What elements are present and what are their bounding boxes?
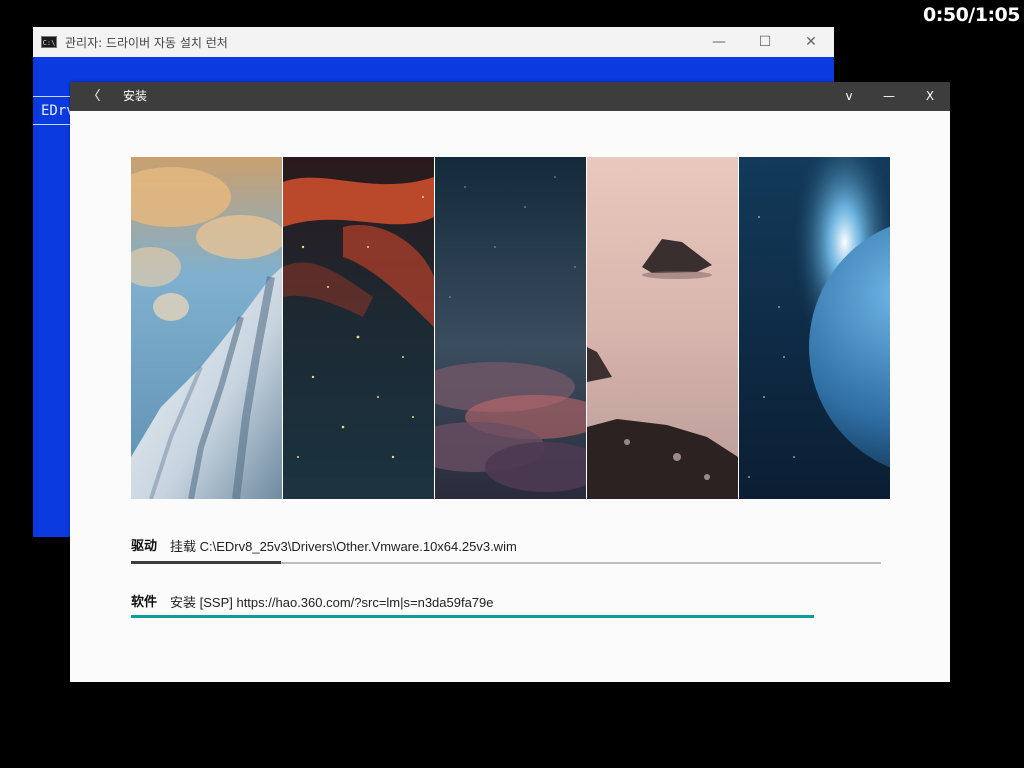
gallery-panel-cloudy-night-sky [435, 157, 586, 499]
driver-progress-track [131, 561, 881, 564]
software-status-text: 安装 [SSP] https://hao.360.com/?src=lm|s=n… [170, 595, 494, 610]
back-button[interactable]: 〈 [84, 82, 104, 111]
playback-timer: 0:50/1:05 [923, 4, 1020, 26]
console-app-icon: C:\ [41, 36, 57, 48]
driver-progress-fill [131, 561, 281, 564]
close-button[interactable]: X [915, 82, 945, 111]
gallery-panel-snow-mountain [131, 157, 282, 499]
software-progress-track [131, 615, 881, 618]
installer-titlebar[interactable]: 〈 安装 v — X [70, 82, 950, 111]
installer-title: 安装 [123, 89, 148, 103]
dropdown-button[interactable]: v [834, 82, 864, 111]
console-maximize-button[interactable]: ☐ [742, 27, 788, 57]
installer-window[interactable]: 〈 安装 v — X 驱动 挂载 C:\EDrv8_25v3\Drivers\O… [70, 82, 950, 682]
console-titlebar[interactable]: C:\ 관리자: 드라이버 자동 설치 런처 — ☐ ✕ [33, 27, 834, 57]
software-progress-fill [131, 615, 814, 618]
software-row-label: 软件 [131, 595, 158, 610]
gallery-panel-earth-from-space [739, 157, 890, 499]
gallery-panel-nebula [283, 157, 434, 499]
driver-row-label: 驱动 [131, 539, 158, 554]
console-minimize-button[interactable]: — [696, 27, 742, 57]
wallpaper-gallery [131, 157, 890, 499]
console-title: 관리자: 드라이버 자동 설치 런처 [65, 35, 228, 50]
console-close-button[interactable]: ✕ [788, 27, 834, 57]
driver-progress-remaining [251, 562, 881, 564]
minimize-button[interactable]: — [874, 82, 904, 111]
gallery-panel-misty-sea-rocks [587, 157, 738, 499]
driver-status-text: 挂载 C:\EDrv8_25v3\Drivers\Other.Vmware.10… [170, 539, 517, 554]
